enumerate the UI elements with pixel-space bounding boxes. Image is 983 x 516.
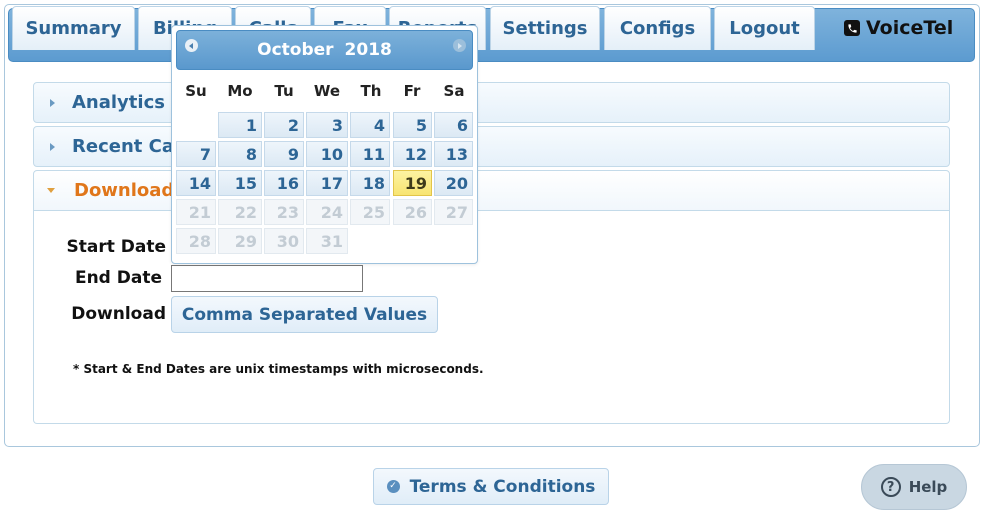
calendar-day[interactable]: 17 bbox=[306, 170, 348, 196]
calendar-day[interactable]: 2 bbox=[264, 112, 304, 138]
calendar-day: 23 bbox=[264, 199, 304, 225]
calendar-day[interactable]: 18 bbox=[350, 170, 390, 196]
calendar-day[interactable]: 3 bbox=[306, 112, 348, 138]
timestamp-note: * Start & End Dates are unix timestamps … bbox=[73, 362, 484, 376]
weekday-header: Su bbox=[185, 82, 207, 100]
brand-logo: VoiceTel bbox=[844, 14, 953, 42]
question-circle-icon: ? bbox=[880, 477, 901, 497]
tab-settings[interactable]: Settings bbox=[490, 6, 600, 50]
terms-label: Terms & Conditions bbox=[409, 476, 596, 497]
calendar-day: 24 bbox=[306, 199, 348, 225]
datepicker-year: 2018 bbox=[344, 40, 392, 60]
calendar-day[interactable]: 12 bbox=[393, 141, 432, 167]
calendar-day-today[interactable]: 19 bbox=[393, 170, 432, 196]
tab-configs[interactable]: Configs bbox=[604, 6, 711, 50]
end-date-input[interactable] bbox=[171, 265, 363, 292]
weekday-header: Mo bbox=[227, 82, 253, 100]
calendar-day[interactable]: 9 bbox=[264, 141, 304, 167]
calendar-day[interactable]: 8 bbox=[218, 141, 262, 167]
csv-download-button[interactable]: Comma Separated Values bbox=[171, 296, 438, 333]
weekday-header: Th bbox=[360, 82, 382, 100]
tab-summary[interactable]: Summary bbox=[12, 6, 135, 50]
weekday-header: Fr bbox=[403, 82, 421, 100]
calendar-day[interactable]: 1 bbox=[218, 112, 262, 138]
calendar-day: 31 bbox=[306, 228, 348, 254]
help-label: Help bbox=[908, 478, 948, 496]
calendar-day: 21 bbox=[176, 199, 216, 225]
calendar-day: 30 bbox=[264, 228, 304, 254]
calendar-day[interactable]: 10 bbox=[306, 141, 348, 167]
calendar-day[interactable]: 5 bbox=[393, 112, 432, 138]
calendar-day: 29 bbox=[218, 228, 262, 254]
end-date-label: End Date bbox=[74, 268, 162, 288]
help-button[interactable]: ? Help bbox=[861, 464, 967, 510]
phone-icon bbox=[844, 20, 860, 36]
weekday-header: We bbox=[313, 82, 341, 100]
next-month-icon[interactable] bbox=[453, 39, 466, 52]
calendar-day: 27 bbox=[434, 199, 473, 225]
start-date-label: Start Date bbox=[66, 237, 166, 257]
prev-month-icon[interactable] bbox=[185, 39, 198, 52]
terms-button[interactable]: ✓ Terms & Conditions bbox=[373, 468, 609, 505]
datepicker: October 2018 Su Mo Tu We Th Fr Sa 1 2 3 4 5 6 7 8 9 10 11… bbox=[171, 25, 478, 264]
triangle-down-icon bbox=[47, 188, 55, 193]
calendar-day[interactable]: 11 bbox=[350, 141, 390, 167]
datepicker-month: October bbox=[257, 40, 334, 60]
tab-logout[interactable]: Logout bbox=[714, 6, 815, 50]
check-circle-icon: ✓ bbox=[386, 480, 400, 493]
brand-name: VoiceTel bbox=[866, 17, 954, 39]
calendar-day: 26 bbox=[393, 199, 432, 225]
download-label: Download bbox=[71, 304, 166, 324]
triangle-right-icon bbox=[50, 142, 55, 151]
calendar-day[interactable]: 13 bbox=[434, 141, 473, 167]
weekday-header: Sa bbox=[443, 82, 465, 100]
datepicker-header: October 2018 bbox=[176, 30, 473, 70]
weekday-header: Tu bbox=[274, 82, 294, 100]
calendar-day[interactable]: 20 bbox=[434, 170, 473, 196]
calendar-day[interactable]: 4 bbox=[350, 112, 390, 138]
triangle-right-icon bbox=[50, 98, 55, 107]
calendar-day[interactable]: 15 bbox=[218, 170, 262, 196]
calendar-day[interactable]: 6 bbox=[434, 112, 473, 138]
calendar-day[interactable]: 7 bbox=[176, 141, 216, 167]
calendar-day[interactable]: 16 bbox=[264, 170, 304, 196]
calendar-day: 25 bbox=[350, 199, 390, 225]
calendar-day: 22 bbox=[218, 199, 262, 225]
calendar-day[interactable]: 14 bbox=[176, 170, 216, 196]
accordion-label: Analytics bbox=[72, 92, 165, 113]
calendar-day: 28 bbox=[176, 228, 216, 254]
